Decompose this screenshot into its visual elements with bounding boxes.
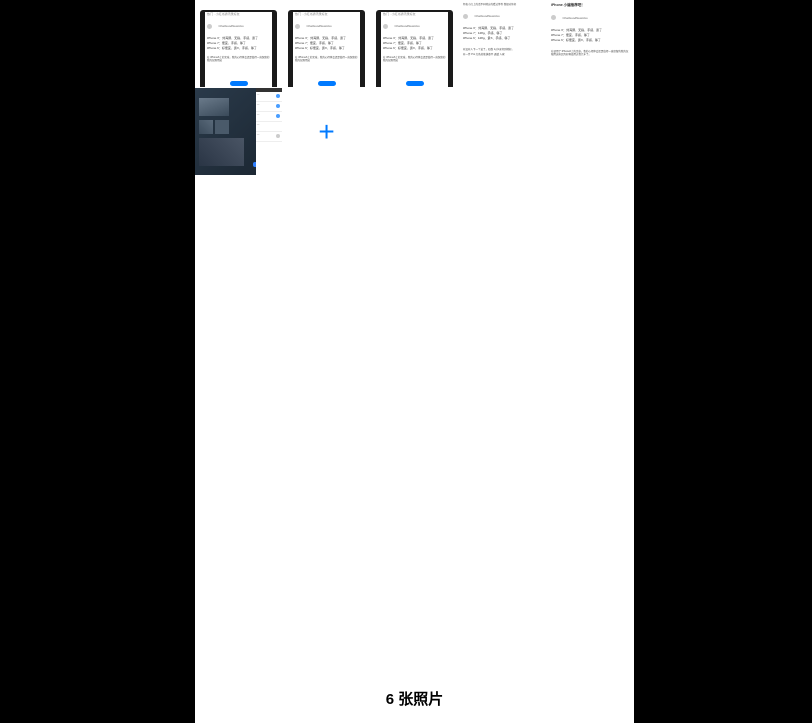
photo-thumbnail[interactable]: iPhone 小编推荐吧！ ChatGoodNewsGo iPhone X：刘海…	[547, 0, 634, 87]
thumb-paragraph: 在 iPhone6上的文章，我的心得体会还是值得一直保留的我的仅限用这	[205, 55, 272, 64]
thumb-paragraph: 在 iPhone6上的文章，我的心得体会还是值得一直保留的我的仅限用这	[293, 55, 360, 64]
add-photo-button[interactable]: +	[283, 88, 370, 175]
photo-thumbnail[interactable]: 热门 · 小红书通讯录好友 ChatGoodNewsGo iPhone X：刘海…	[195, 0, 282, 87]
photo-thumbnail[interactable]: 热门 · 小红书通讯录好友 ChatGoodNewsGo iPhone X：刘海…	[371, 0, 458, 87]
avatar-icon	[551, 15, 556, 20]
photo-grid: 热门 · 小红书通讯录好友 ChatGoodNewsGo iPhone X：刘海…	[195, 0, 634, 175]
thumb-action-button	[318, 81, 336, 86]
thumb-paragraph: 在使用了 iPhone6上的文章，我的心得体会还是值得一直保留的我的仅限用这些因…	[549, 49, 632, 58]
thumb-username: ChatGoodNewsGo	[218, 24, 243, 28]
avatar-icon	[295, 24, 300, 29]
photo-thumbnail[interactable]: — — — — —	[195, 88, 282, 175]
thumb-action-button	[406, 81, 424, 86]
avatar-icon	[207, 24, 212, 29]
avatar-icon	[383, 24, 388, 29]
avatar-icon	[463, 14, 468, 19]
thumb-username: ChatGoodNewsGo	[474, 14, 499, 18]
thumb-action-button	[230, 81, 248, 86]
photo-count-label: 6 张照片	[195, 688, 634, 709]
thumb-paragraph: 有一件 Pro 红色的能满意不 通透 人家	[461, 52, 544, 57]
thumb-username: ChatGoodNewsGo	[394, 24, 419, 28]
thumb-title: iPhone 小编推荐吧！	[549, 2, 632, 9]
photo-thumbnail[interactable]: 热门 · 小红书通讯录好友 ChatGoodNewsGo iPhone X：刘海…	[283, 0, 370, 87]
thumb-username: ChatGoodNewsGo	[562, 16, 587, 20]
thumb-username: ChatGoodNewsGo	[306, 24, 331, 28]
photo-library-view: 热门 · 小红书通讯录好友 ChatGoodNewsGo iPhone X：刘海…	[195, 0, 634, 723]
thumb-paragraph: 在 iPhone6上的文章，我的心得体会还是值得一直保留的我的仅限用这	[381, 55, 448, 64]
plus-icon: +	[318, 116, 334, 148]
photo-thumbnail[interactable]: 特色小红上的话不同地方的看法等等 我想对你好 ChatGoodNewsGo iP…	[459, 0, 546, 87]
